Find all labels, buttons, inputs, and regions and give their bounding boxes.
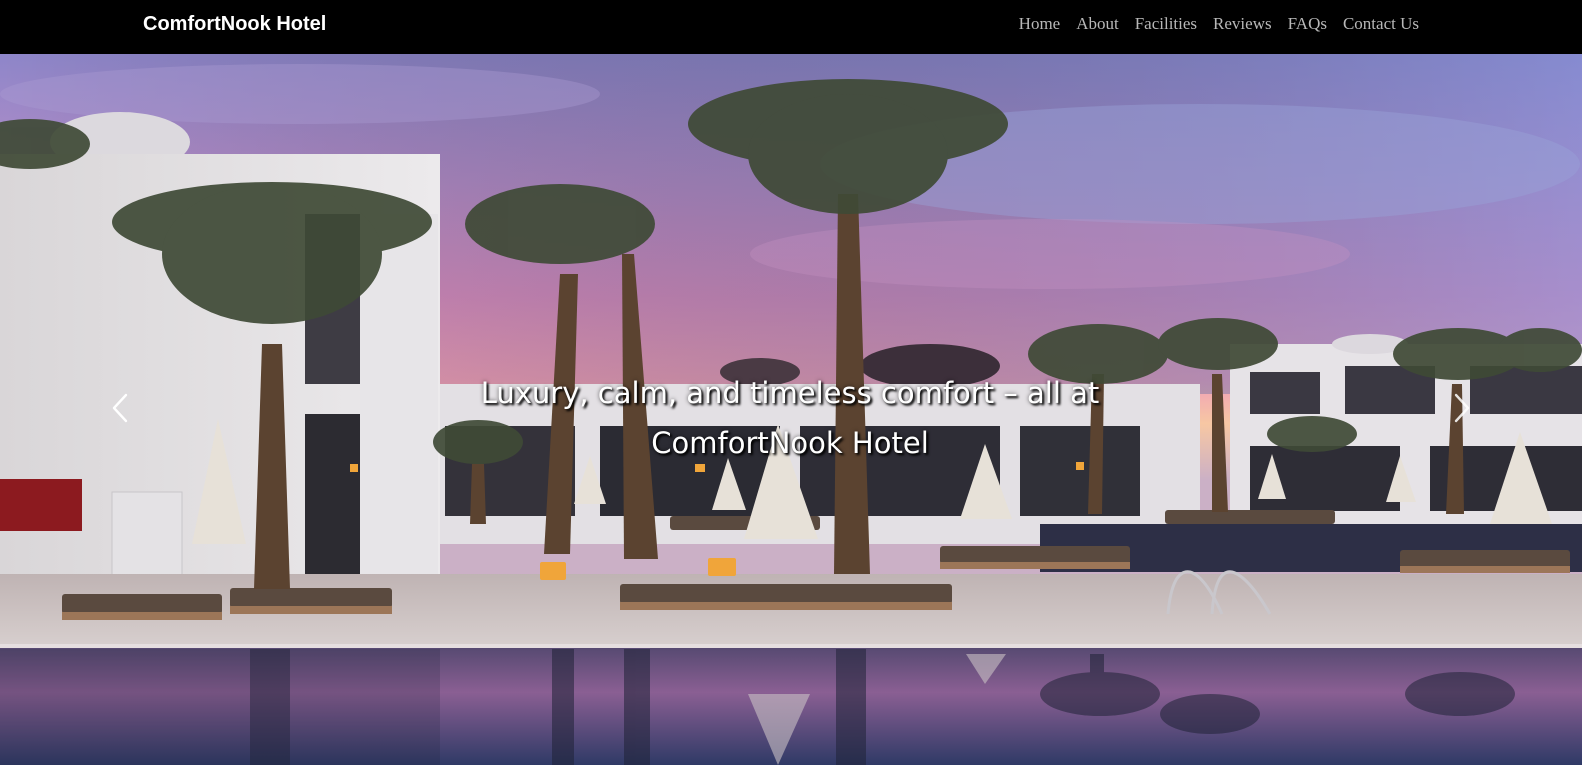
nav-menu: Home About Facilities Reviews FAQs Conta… [1019, 13, 1419, 35]
nav-link-about[interactable]: About [1076, 14, 1119, 33]
nav-item-facilities: Facilities [1135, 13, 1197, 35]
hero-caption: Luxury, calm, and timeless comfort – all… [440, 368, 1140, 468]
chevron-right-icon [1454, 393, 1470, 423]
nav-link-faqs[interactable]: FAQs [1288, 14, 1327, 33]
hero-caption-line1: Luxury, calm, and timeless comfort – all… [480, 376, 1100, 410]
nav-item-about: About [1076, 13, 1119, 35]
nav-link-home[interactable]: Home [1019, 14, 1061, 33]
hero-caption-line2: ComfortNook Hotel [651, 426, 929, 460]
hero-carousel: Luxury, calm, and timeless comfort – all… [0, 54, 1582, 765]
chevron-left-icon [112, 393, 128, 423]
nav-link-reviews[interactable]: Reviews [1213, 14, 1272, 33]
nav-item-faqs: FAQs [1288, 13, 1327, 35]
nav-link-contact-us[interactable]: Contact Us [1343, 14, 1419, 33]
nav-item-home: Home [1019, 13, 1061, 35]
brand-logo-link[interactable]: ComfortNook Hotel [143, 11, 326, 37]
nav-link-facilities[interactable]: Facilities [1135, 14, 1197, 33]
carousel-prev-button[interactable] [90, 384, 150, 432]
carousel-next-button[interactable] [1432, 384, 1492, 432]
nav-item-reviews: Reviews [1213, 13, 1272, 35]
nav-item-contact: Contact Us [1343, 13, 1419, 35]
top-navbar: ComfortNook Hotel Home About Facilities … [0, 0, 1582, 54]
